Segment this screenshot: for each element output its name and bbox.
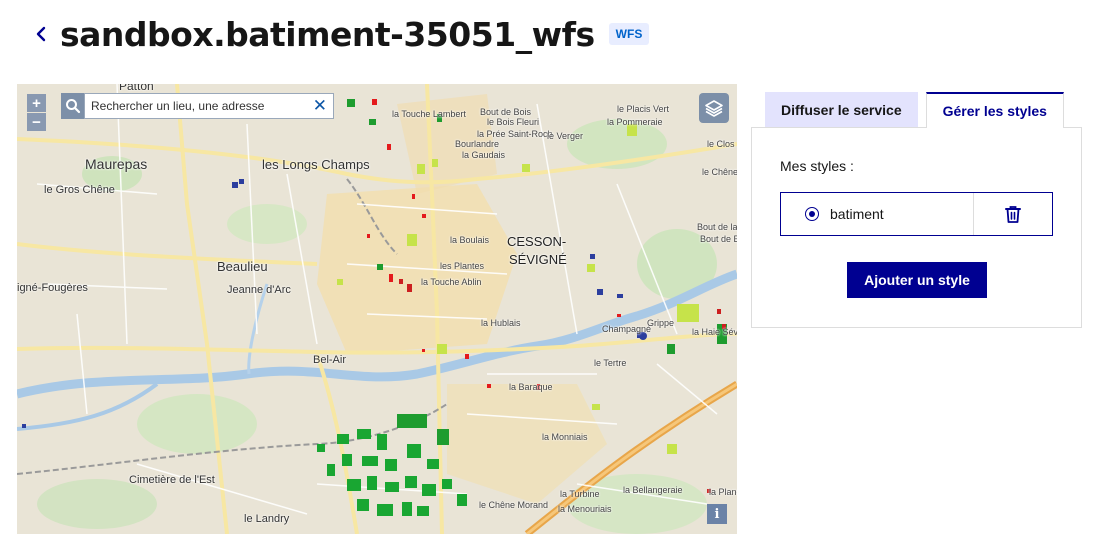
map-place-label: la Pommeraie — [607, 117, 663, 127]
style-radio-option[interactable]: batiment — [781, 193, 973, 235]
trash-icon[interactable] — [973, 193, 1052, 235]
map-place-label: la Touche Ablin — [421, 277, 482, 287]
page-title: sandbox.batiment-35051_wfs — [60, 14, 595, 54]
map-place-label: igné-Fougères — [17, 282, 88, 294]
service-type-badge: WFS — [608, 23, 650, 45]
radio-selected-icon[interactable] — [805, 207, 819, 221]
styles-panel: Mes styles : batiment Ajouter un style — [751, 127, 1082, 328]
map-place-label: le Tertre — [594, 358, 627, 368]
style-name: batiment — [830, 206, 884, 222]
search-icon[interactable] — [61, 93, 84, 119]
map-place-label: la Gaudais — [462, 150, 506, 160]
map-place-label: Maurepas — [85, 156, 148, 172]
zoom-in-button[interactable]: + — [27, 94, 46, 112]
map-place-label: le Verger — [547, 131, 584, 141]
page-header: sandbox.batiment-35051_wfs WFS — [30, 12, 650, 56]
map-place-label: Patton — [119, 84, 154, 93]
map-place-label: le Clos — [707, 139, 735, 149]
map-place-label: CESSON- — [507, 234, 567, 249]
map-search: Rechercher un lieu, une adresse ✕ — [61, 93, 334, 119]
map-place-label: la Boulais — [450, 235, 490, 245]
search-input[interactable]: Rechercher un lieu, une adresse ✕ — [84, 93, 334, 119]
info-icon[interactable]: i — [707, 504, 727, 524]
chevron-left-icon[interactable] — [30, 12, 52, 56]
map-place-label: Bourlandre — [455, 139, 500, 149]
map-place-label: le Placis Vert — [617, 104, 670, 114]
map-place-label: Bout de Bois — [480, 107, 532, 117]
zoom-out-button[interactable]: − — [27, 113, 46, 131]
styles-label: Mes styles : — [780, 158, 854, 174]
search-placeholder: Rechercher un lieu, une adresse — [91, 99, 265, 113]
map-place-label: Beaulieu — [217, 259, 268, 274]
zoom-controls: + − — [27, 94, 46, 132]
tab-gerer-les-styles[interactable]: Gérer les styles — [925, 92, 1064, 128]
map-place-label: le Bois Fleuri — [487, 117, 540, 127]
map-place-label: Bout de la Lande — [697, 222, 737, 232]
map-place-label: le Chêne V — [702, 167, 737, 177]
map-place-label: le Landry — [244, 513, 290, 525]
map-place-label: la Baraque — [509, 382, 553, 392]
map-place-label: la Touche Lambert — [392, 109, 466, 119]
map-place-label: Grippe — [647, 318, 675, 328]
map-place-label: la Prée Saint-Roch — [477, 129, 553, 139]
map-place-label: la Hublais — [481, 318, 521, 328]
tab-diffuser-le-service[interactable]: Diffuser le service — [765, 92, 918, 128]
map-place-label: les Longs Champs — [262, 157, 370, 172]
map-place-label: la Monniais — [542, 432, 588, 442]
map-place-label: le Gros Chêne — [44, 184, 115, 196]
map-view[interactable]: Patton Maurepas le Gros Chêne les Longs … — [17, 84, 737, 534]
map-place-label: Jeanne d'Arc — [227, 284, 291, 296]
layers-icon[interactable] — [699, 93, 729, 123]
map-place-label: la Planch — [709, 487, 737, 497]
map-place-label: Cimetière de l'Est — [129, 474, 215, 486]
map-place-label: la Haie Sévig — [692, 327, 737, 337]
map-place-label: la Turbine — [560, 489, 600, 499]
map-place-label: SÉVIGNÉ — [509, 252, 567, 267]
style-item: batiment — [780, 192, 1053, 236]
map-place-label: Champagné — [602, 324, 652, 334]
map-place-label: les Plantes — [440, 261, 485, 271]
map-place-label: la Bellangeraie — [623, 485, 683, 495]
add-style-button[interactable]: Ajouter un style — [847, 262, 987, 298]
map-basemap[interactable] — [17, 84, 737, 534]
map-place-label: la Menouriais — [558, 504, 612, 514]
map-place-label: le Chêne Morand — [479, 500, 549, 510]
map-place-label: Bel-Air — [313, 354, 347, 366]
map-place-label: Bout de Bas — [700, 234, 737, 244]
tab-bar: Diffuser le service Gérer les styles — [765, 92, 1064, 128]
close-icon[interactable]: ✕ — [313, 96, 327, 116]
